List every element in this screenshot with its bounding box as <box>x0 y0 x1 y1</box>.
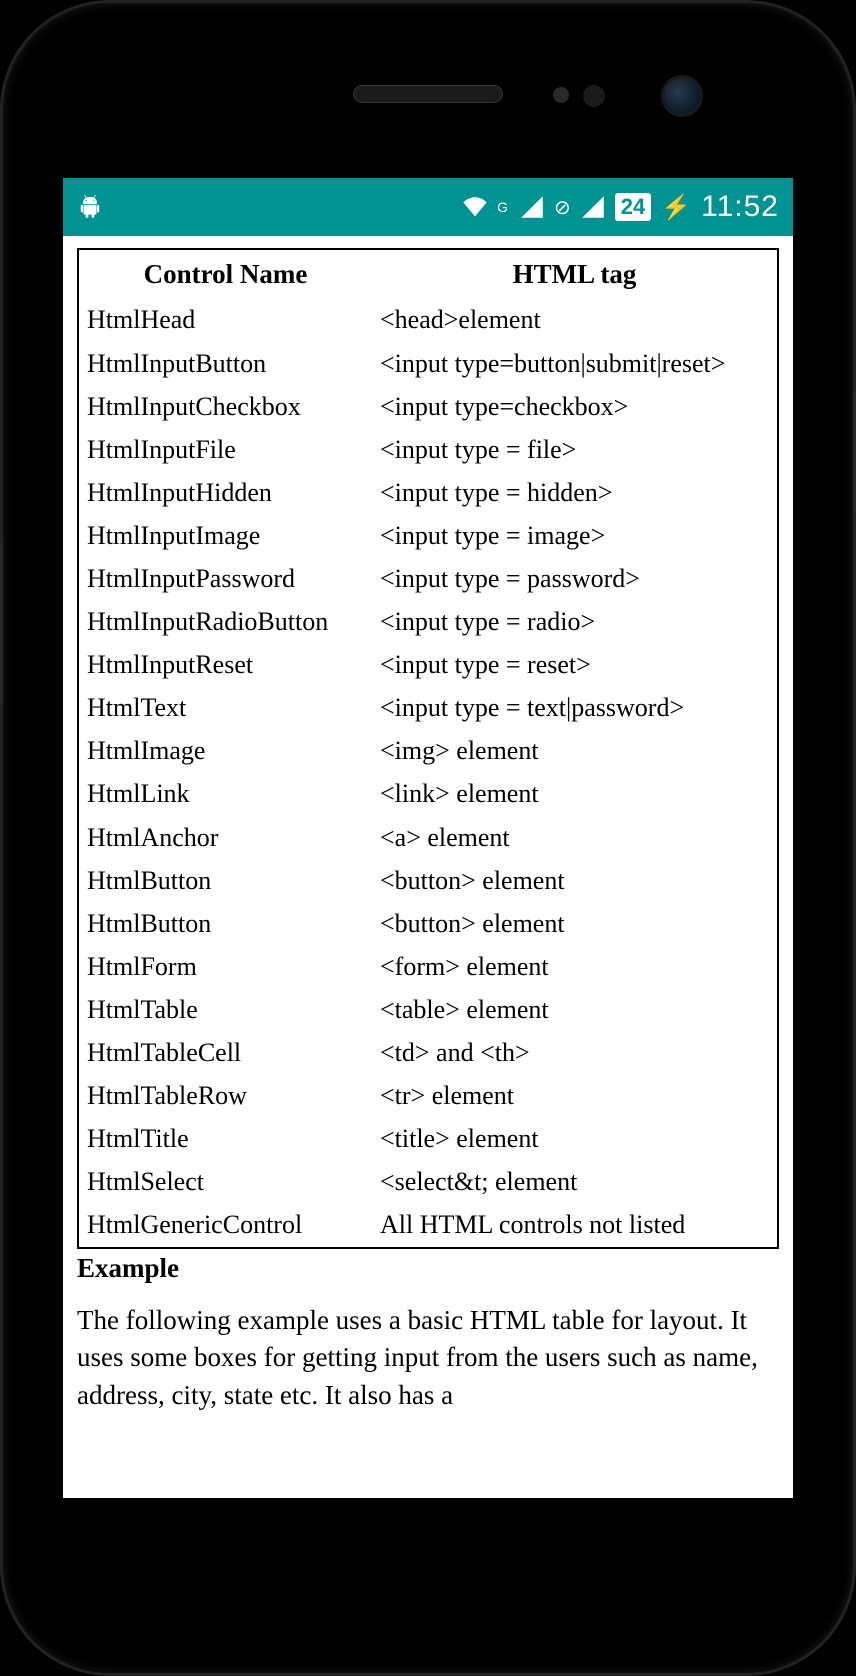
cell-control-name: HtmlTable <box>78 988 372 1031</box>
cell-control-name: HtmlImage <box>78 729 372 772</box>
volume-button <box>0 543 3 703</box>
cell-html-tag: <img> element <box>372 729 778 772</box>
light-sensor <box>583 85 605 107</box>
cell-html-tag: <input type = reset> <box>372 643 778 686</box>
cell-control-name: HtmlForm <box>78 945 372 988</box>
speaker-grille <box>353 85 503 103</box>
table-row: HtmlImage<img> element <box>78 729 778 772</box>
front-camera <box>661 75 703 117</box>
cell-html-tag: <form> element <box>372 945 778 988</box>
status-right: G ⊘ 24 ⚡ 11:52 <box>461 190 779 224</box>
cell-control-name: HtmlInputCheckbox <box>78 385 372 428</box>
cell-html-tag: <input type=button|submit|reset> <box>372 342 778 385</box>
table-header-row: Control Name HTML tag <box>78 249 778 298</box>
cell-control-name: HtmlLink <box>78 772 372 815</box>
cell-control-name: HtmlInputRadioButton <box>78 600 372 643</box>
table-row: HtmlTitle<title> element <box>78 1117 778 1160</box>
cell-control-name: HtmlInputReset <box>78 643 372 686</box>
cell-html-tag: <input type = hidden> <box>372 471 778 514</box>
controls-table: Control Name HTML tag HtmlHead<head>elem… <box>77 248 779 1249</box>
cell-html-tag: <a> element <box>372 816 778 859</box>
status-bar[interactable]: G ⊘ 24 ⚡ 11:52 <box>63 178 793 236</box>
network-type-label: G <box>497 199 508 215</box>
table-row: HtmlInputRadioButton<input type = radio> <box>78 600 778 643</box>
signal-icon-1 <box>518 195 546 219</box>
cell-html-tag: <input type = image> <box>372 514 778 557</box>
table-row: HtmlGenericControlAll HTML controls not … <box>78 1203 778 1247</box>
android-icon <box>77 194 103 220</box>
cell-control-name: HtmlButton <box>78 859 372 902</box>
cell-html-tag: <input type = radio> <box>372 600 778 643</box>
cell-control-name: HtmlGenericControl <box>78 1203 372 1247</box>
table-row: HtmlSelect<select&t; element <box>78 1160 778 1203</box>
cell-html-tag: <link> element <box>372 772 778 815</box>
cell-control-name: HtmlSelect <box>78 1160 372 1203</box>
table-row: HtmlInputCheckbox<input type=checkbox> <box>78 385 778 428</box>
table-row: HtmlTableCell<td> and <th> <box>78 1031 778 1074</box>
table-row: HtmlText<input type = text|password> <box>78 686 778 729</box>
battery-indicator: 24 <box>615 193 651 221</box>
cell-html-tag: <tr> element <box>372 1074 778 1117</box>
cell-html-tag: <input type = text|password> <box>372 686 778 729</box>
cell-control-name: HtmlInputPassword <box>78 557 372 600</box>
header-html-tag: HTML tag <box>372 249 778 298</box>
cell-control-name: HtmlButton <box>78 902 372 945</box>
battery-level: 24 <box>621 194 645 220</box>
table-row: HtmlInputImage<input type = image> <box>78 514 778 557</box>
table-row: HtmlInputHidden<input type = hidden> <box>78 471 778 514</box>
cell-html-tag: <head>element <box>372 298 778 341</box>
cell-control-name: HtmlText <box>78 686 372 729</box>
clock: 11:52 <box>701 190 779 224</box>
table-row: HtmlTableRow<tr> element <box>78 1074 778 1117</box>
cell-control-name: HtmlAnchor <box>78 816 372 859</box>
cell-control-name: HtmlInputHidden <box>78 471 372 514</box>
cell-control-name: HtmlTableRow <box>78 1074 372 1117</box>
cell-control-name: HtmlInputFile <box>78 428 372 471</box>
table-row: HtmlAnchor<a> element <box>78 816 778 859</box>
cell-control-name: HtmlTitle <box>78 1117 372 1160</box>
cell-html-tag: All HTML controls not listed <box>372 1203 778 1247</box>
cell-control-name: HtmlInputImage <box>78 514 372 557</box>
cell-control-name: HtmlTableCell <box>78 1031 372 1074</box>
cell-html-tag: <select&t; element <box>372 1160 778 1203</box>
cell-html-tag: <table> element <box>372 988 778 1031</box>
proximity-sensor <box>553 87 569 103</box>
cell-control-name: HtmlInputButton <box>78 342 372 385</box>
table-row: HtmlHead<head>element <box>78 298 778 341</box>
cell-html-tag: <td> and <th> <box>372 1031 778 1074</box>
table-row: HtmlInputPassword<input type = password> <box>78 557 778 600</box>
table-row: HtmlInputButton<input type=button|submit… <box>78 342 778 385</box>
table-row: HtmlInputReset<input type = reset> <box>78 643 778 686</box>
cell-html-tag: <input type = file> <box>372 428 778 471</box>
cell-html-tag: <input type = password> <box>372 557 778 600</box>
cell-control-name: HtmlHead <box>78 298 372 341</box>
no-sim-icon: ⊘ <box>554 195 571 220</box>
table-row: HtmlInputFile<input type = file> <box>78 428 778 471</box>
phone-device-frame: G ⊘ 24 ⚡ 11:52 <box>0 0 856 1676</box>
device-inner: G ⊘ 24 ⚡ 11:52 <box>23 33 833 1643</box>
signal-icon-2 <box>579 195 607 219</box>
content-area[interactable]: Control Name HTML tag HtmlHead<head>elem… <box>63 236 793 1498</box>
cell-html-tag: <title> element <box>372 1117 778 1160</box>
charging-icon: ⚡ <box>661 193 691 222</box>
cell-html-tag: <input type=checkbox> <box>372 385 778 428</box>
phone-screen: G ⊘ 24 ⚡ 11:52 <box>63 178 793 1498</box>
example-heading: Example <box>77 1253 779 1284</box>
table-row: HtmlForm<form> element <box>78 945 778 988</box>
example-text: The following example uses a basic HTML … <box>77 1302 779 1415</box>
header-control-name: Control Name <box>78 249 372 298</box>
cell-html-tag: <button> element <box>372 859 778 902</box>
table-row: HtmlButton<button> element <box>78 902 778 945</box>
table-row: HtmlTable<table> element <box>78 988 778 1031</box>
table-row: HtmlButton<button> element <box>78 859 778 902</box>
wifi-icon <box>461 195 489 219</box>
table-row: HtmlLink<link> element <box>78 772 778 815</box>
status-left <box>77 194 103 220</box>
cell-html-tag: <button> element <box>372 902 778 945</box>
